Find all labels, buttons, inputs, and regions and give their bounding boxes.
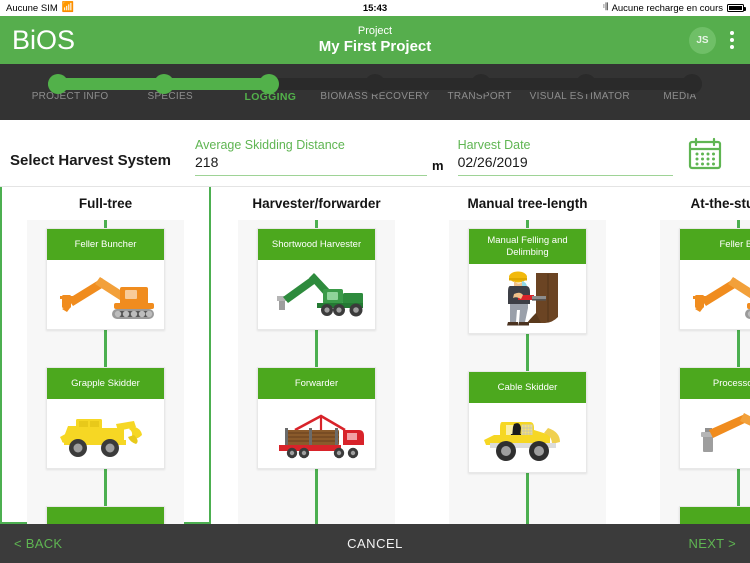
harvest-system-column-full-tree[interactable]: Full-tree Feller Buncher Grapple Skidder (0, 187, 211, 524)
machine-chain: Manual Felling and Delimbing Cable Skidd… (449, 220, 606, 524)
status-bar: Aucune SIM 📶 15:43 𝄇 Aucune recharge en … (0, 0, 750, 16)
harvest-system-column-at-the-stump-p[interactable]: At-the-stump p Feller Bu Processor A (633, 187, 750, 524)
stepper-nodes (48, 71, 702, 97)
machine-chain: Feller Buncher Grapple Skidder (27, 220, 184, 524)
battery-icon (727, 4, 746, 12)
harvest-system-title: Full-tree (78, 196, 133, 211)
harvest-system-title: Manual tree-length (467, 196, 588, 211)
machine-card[interactable]: Feller Bu (679, 228, 750, 330)
cancel-button[interactable]: CANCEL (0, 536, 750, 551)
harvest-system-column-manual-tree-length[interactable]: Manual tree-length Manual Felling and Del… (422, 187, 633, 524)
stepper-node-0[interactable] (48, 74, 68, 94)
battery-status-label: Aucune recharge en cours (611, 2, 723, 14)
machine-card[interactable] (679, 506, 750, 524)
skidding-distance-field[interactable]: Average Skidding Distance 218 (195, 137, 427, 179)
stepper-node-2[interactable] (259, 74, 280, 94)
machine-card[interactable]: Feller Buncher (46, 228, 165, 330)
machine-card[interactable] (46, 506, 165, 524)
machine-chain: Shortwood Harvester Forwarder (238, 220, 395, 524)
harvest-date-label: Harvest Date (457, 137, 531, 152)
machine-card[interactable]: Cable Skidder (468, 371, 587, 473)
feller-buncher-icon (680, 260, 750, 329)
app-header: BiOS Project My First Project JS (0, 16, 750, 64)
forwarder-icon (258, 399, 375, 468)
machine-card-label: Processor A (680, 368, 750, 399)
machine-card-label: Forwarder (258, 368, 375, 399)
machine-chain: Feller Bu Processor A (660, 220, 750, 524)
machine-card-label: Shortwood Harvester (258, 229, 375, 260)
skidding-distance-input[interactable]: 218 (195, 153, 427, 172)
machine-card-label (47, 507, 164, 524)
machine-card-label: Cable Skidder (469, 372, 586, 403)
skidding-distance-underline (195, 174, 427, 176)
skidding-distance-label: Average Skidding Distance (195, 137, 345, 152)
shortwood-harvester-icon (258, 260, 375, 329)
project-label: Project (357, 25, 393, 37)
cable-skidder-icon (469, 403, 586, 472)
page-title: My First Project (318, 38, 432, 55)
avatar[interactable]: JS (689, 26, 716, 54)
stepper-node-5[interactable] (576, 74, 597, 94)
app-logo: BiOS (12, 24, 76, 55)
processor-icon (680, 399, 750, 468)
wizard-stepper: PROJECT INFO SPECIES LOGGING BIOMASS RECOVE… (0, 64, 750, 120)
harvest-system-column-harvester-forwarder[interactable]: Harvester/forwarder Shortwood Harvester F… (211, 187, 422, 524)
machine-card[interactable]: Forwarder (257, 367, 376, 469)
machine-card[interactable]: Grapple Skidder (46, 367, 165, 469)
harvest-date-underline (457, 174, 673, 176)
harvest-date-field[interactable]: Harvest Date 02/26/2019 (457, 137, 673, 179)
stepper-track-wrap (20, 64, 730, 94)
bottom-nav-bar: < BACK CANCEL NEXT > (0, 524, 750, 563)
machine-card-label: Grapple Skidder (47, 368, 164, 399)
machine-card-label: Manual Felling and Delimbing (469, 229, 586, 264)
status-bar-right: 𝄇 Aucune recharge en cours (602, 2, 746, 14)
machine-card-label (680, 507, 750, 524)
stepper-node-3[interactable] (364, 74, 385, 94)
header-title-block: Project My First Project (0, 16, 750, 64)
harvest-system-title: At-the-stump p (690, 196, 750, 211)
harvest-system-title: Harvester/forwarder (252, 196, 381, 211)
kebab-menu-icon[interactable] (726, 29, 738, 51)
machine-card[interactable]: Manual Felling and Delimbing (468, 228, 587, 334)
section-title: Select Harvest System (10, 152, 171, 169)
next-button[interactable]: NEXT > (689, 536, 736, 551)
harvest-form-row: Select Harvest System Average Skidding D… (0, 120, 750, 187)
stepper-node-1[interactable] (153, 74, 174, 94)
bluetooth-icon: 𝄇 (602, 2, 608, 13)
harvest-system-columns: Full-tree Feller Buncher Grapple Skidder … (0, 187, 750, 524)
stepper-node-4[interactable] (470, 74, 491, 94)
calendar-icon[interactable] (687, 137, 723, 178)
grapple-skidder-icon (47, 399, 164, 468)
machine-card[interactable]: Shortwood Harvester (257, 228, 376, 330)
skidding-distance-unit: m (432, 158, 444, 173)
machine-card[interactable]: Processor A (679, 367, 750, 469)
stepper-node-6[interactable] (681, 74, 702, 94)
header-actions: JS (689, 26, 738, 54)
machine-card-label: Feller Bu (680, 229, 750, 260)
feller-buncher-icon (47, 260, 164, 329)
machine-card-label: Feller Buncher (47, 229, 164, 260)
manual-felling-icon (469, 264, 586, 333)
harvest-date-input[interactable]: 02/26/2019 (458, 153, 673, 172)
